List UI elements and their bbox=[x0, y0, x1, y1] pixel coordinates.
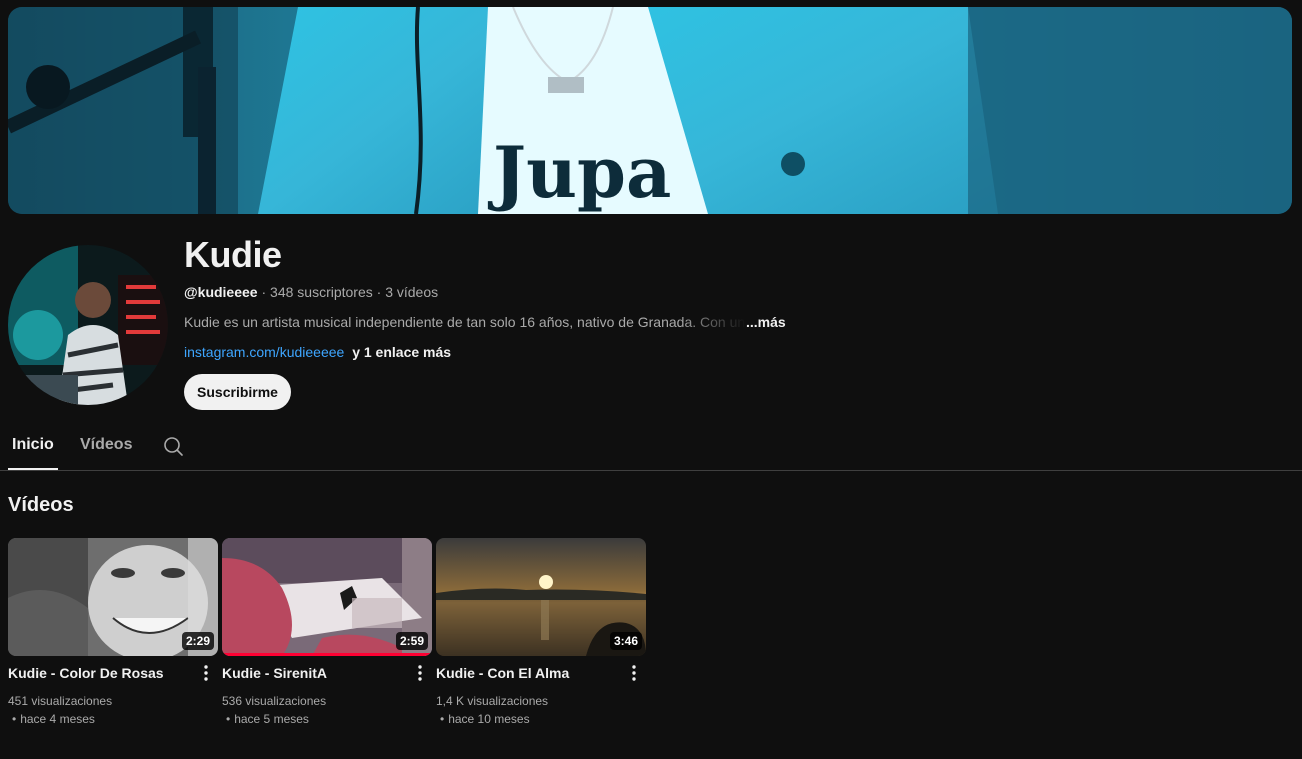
channel-page: Jupa Kudie @kudieeee · 348 suscriptores … bbox=[0, 0, 1302, 759]
channel-tabs: Inicio Vídeos bbox=[0, 422, 1302, 471]
video-title[interactable]: Kudie - SirenitA bbox=[222, 664, 402, 682]
tab-videos[interactable]: Vídeos bbox=[80, 422, 132, 468]
video-duration: 3:46 bbox=[609, 632, 642, 650]
video-card: 3:46 Kudie - Con El Alma 1,4 K visualiza… bbox=[436, 538, 646, 726]
video-title[interactable]: Kudie - Con El Alma bbox=[436, 664, 616, 682]
video-count: 3 vídeos bbox=[385, 284, 439, 300]
video-duration: 2:59 bbox=[395, 632, 428, 650]
more-vert-icon[interactable] bbox=[198, 662, 214, 684]
banner-shirt-text: Jupa bbox=[487, 131, 671, 214]
video-card: 2:29 Kudie - Color De Rosas 451 visualiz… bbox=[8, 538, 218, 726]
section-title: Vídeos bbox=[8, 494, 74, 516]
more-vert-icon[interactable] bbox=[626, 662, 642, 684]
subscribe-button[interactable]: Suscribirme bbox=[184, 374, 291, 410]
video-age-line: • hace 4 meses bbox=[12, 712, 95, 726]
video-thumbnail[interactable]: 3:46 bbox=[436, 538, 646, 656]
watch-progress-bar bbox=[222, 653, 432, 656]
description-text: Kudie es un artista musical independient… bbox=[184, 314, 746, 330]
channel-avatar bbox=[8, 245, 168, 405]
video-age: hace 4 meses bbox=[20, 712, 95, 726]
meta-separator: · bbox=[261, 284, 267, 300]
search-icon[interactable] bbox=[162, 435, 184, 457]
video-card: 2:59 Kudie - SirenitA 536 visualizacione… bbox=[222, 538, 432, 726]
tab-inicio[interactable]: Inicio bbox=[8, 422, 58, 470]
video-views: 1,4 K visualizaciones bbox=[436, 694, 549, 708]
channel-banner: Jupa bbox=[8, 7, 1292, 214]
channel-meta: @kudieeee · 348 suscriptores · 3 vídeos bbox=[184, 283, 438, 301]
channel-handle: @kudieeee bbox=[184, 284, 258, 300]
video-title[interactable]: Kudie - Color De Rosas bbox=[8, 664, 188, 682]
channel-name: Kudie bbox=[184, 234, 282, 275]
channel-links: instagram.com/kudieeeee y 1 enlace más bbox=[184, 343, 451, 361]
subscriber-count: 348 suscriptores bbox=[270, 284, 373, 300]
instagram-link[interactable]: instagram.com/kudieeeee bbox=[184, 344, 344, 360]
meta-separator: · bbox=[376, 284, 382, 300]
video-age: hace 5 meses bbox=[234, 712, 309, 726]
video-views: 536 visualizaciones bbox=[222, 694, 327, 708]
video-age-line: • hace 5 meses bbox=[226, 712, 309, 726]
channel-description[interactable]: Kudie es un artista musical independient… bbox=[184, 313, 786, 331]
more-vert-icon[interactable] bbox=[412, 662, 428, 684]
video-age-line: • hace 10 meses bbox=[440, 712, 530, 726]
video-thumbnail[interactable]: 2:29 bbox=[8, 538, 218, 656]
video-duration: 2:29 bbox=[181, 632, 214, 650]
video-views: 451 visualizaciones bbox=[8, 694, 113, 708]
description-more-link[interactable]: ...más bbox=[746, 313, 786, 331]
more-links-link[interactable]: y 1 enlace más bbox=[352, 344, 451, 360]
video-age: hace 10 meses bbox=[448, 712, 530, 726]
video-thumbnail[interactable]: 2:59 bbox=[222, 538, 432, 656]
